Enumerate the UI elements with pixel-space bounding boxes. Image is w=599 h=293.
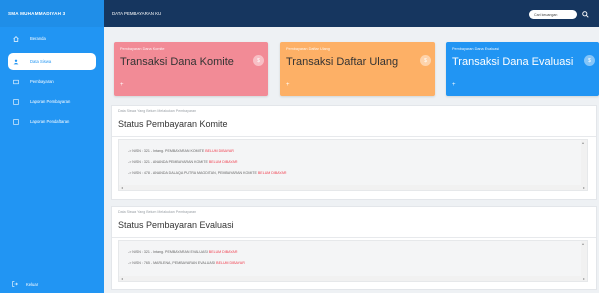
panel-heading: Status Pembayaran Komite [118, 119, 228, 129]
list-item: -> NISN : 478 - ANANDA DALAQA PUTRA MAGD… [128, 171, 287, 175]
money-icon: $ [584, 55, 595, 66]
card-subtitle: Pembayaran Dana Komite [120, 47, 165, 51]
scroll-right-icon[interactable]: ▸ [583, 276, 585, 281]
card-subtitle: Pembayaran Dana Evaluasi [452, 47, 500, 51]
sidebar-item-label: Beranda [30, 36, 46, 41]
money-icon: $ [253, 55, 264, 66]
plus-icon[interactable]: + [286, 82, 290, 88]
sidebar-item-label: Laporan Pendaftaran [30, 119, 70, 124]
status-badge: BELUM DIBAYAR [208, 160, 238, 164]
scroll-up-icon[interactable]: ▴ [582, 140, 584, 145]
report-icon [12, 118, 20, 126]
home-icon [12, 35, 20, 43]
plus-icon[interactable]: + [452, 82, 456, 88]
sidebar-item-data-siswa[interactable]: Data Siswa [8, 53, 96, 70]
list-item: -> NISN : 321 - ANANDA PEMBAYARAN KOMITE… [128, 160, 238, 164]
list-item: -> NISN : 321 - Intang. PEMBAYARAN KOMIT… [128, 149, 234, 153]
card-dana-komite[interactable]: Pembayaran Dana Komite Transaksi Dana Ko… [114, 42, 268, 96]
sidebar-item-label: Data Siswa [30, 59, 52, 64]
card-title: Transaksi Dana Komite [120, 56, 234, 68]
scroll-left-icon[interactable]: ◂ [121, 185, 123, 190]
vertical-scrollbar[interactable]: ▴ [581, 140, 587, 185]
plus-icon[interactable]: + [120, 82, 124, 88]
scroll-left-icon[interactable]: ◂ [121, 276, 123, 281]
sidebar-item-laporan-pembayaran[interactable]: Laporan Pembayaran [0, 93, 104, 110]
horizontal-scrollbar[interactable]: ◂ ▸ [119, 276, 587, 281]
divider [112, 237, 596, 238]
page-title: DATA PEMBAYARAN KU [112, 11, 162, 16]
sidebar-item-label: Pembayaran [30, 79, 54, 84]
user-icon [12, 58, 20, 66]
logout-icon [12, 281, 18, 287]
unpaid-list[interactable]: -> NISN : 321 - Intang. PEMBAYARAN KOMIT… [118, 139, 588, 191]
search-icon [582, 10, 589, 19]
panel-status-evaluasi: Data Siswa Yang Belum Melakukan Pembayar… [111, 206, 597, 290]
card-title: Transaksi Dana Evaluasi [452, 56, 574, 68]
horizontal-scrollbar[interactable]: ◂ ▸ [119, 185, 587, 190]
sidebar-item-beranda[interactable]: Beranda [0, 30, 104, 47]
search-button[interactable] [580, 9, 591, 20]
scroll-up-icon[interactable]: ▴ [582, 241, 584, 246]
panel-heading: Status Pembayaran Evaluasi [118, 220, 234, 230]
panel-caption: Data Siswa Yang Belum Melakukan Pembayar… [118, 210, 197, 214]
status-badge: BELUM DIBAYAR [216, 261, 245, 265]
logout-label: Keluar [26, 281, 39, 287]
logout-button[interactable]: Keluar [12, 281, 38, 287]
card-title: Transaksi Daftar Ulang [286, 56, 399, 68]
sidebar-item-label: Laporan Pembayaran [30, 99, 71, 104]
card-subtitle: Pembayaran Daftar Ulang [286, 47, 330, 51]
status-badge: BELUM DIBAYAR [208, 250, 238, 254]
unpaid-list[interactable]: -> NISN : 321 - Intang. PEMBAYARAN EVALU… [118, 240, 588, 282]
status-badge: BELUM DIBAYAR [205, 149, 234, 153]
sidebar-item-laporan-pendaftaran[interactable]: Laporan Pendaftaran [0, 113, 104, 130]
list-item: -> NISN : 765 - MARLENA, PEMBAYARAN EVAL… [128, 261, 245, 265]
panel-status-komite: Data Siswa Yang Belum Melakukan Pembayar… [111, 105, 597, 200]
search-input[interactable]: Cari keuangan [529, 10, 577, 19]
sidebar: SMA MUHAMMADIYAH 3 Beranda Data Siswa Pe… [0, 0, 104, 293]
scroll-right-icon[interactable]: ▸ [583, 185, 585, 190]
report-icon [12, 98, 20, 106]
card-daftar-ulang[interactable]: Pembayaran Daftar Ulang Transaksi Daftar… [280, 42, 435, 96]
panel-caption: Data Siswa Yang Belum Melakukan Pembayar… [118, 109, 197, 113]
money-icon [12, 78, 20, 86]
sidebar-item-pembayaran[interactable]: Pembayaran [0, 73, 104, 90]
brand-title: SMA MUHAMMADIYAH 3 [0, 0, 104, 27]
list-item: -> NISN : 321 - Intang. PEMBAYARAN EVALU… [128, 250, 238, 254]
divider [112, 136, 596, 137]
status-badge: BELUM DIBAYAR [257, 171, 287, 175]
search-placeholder: Cari keuangan [534, 12, 558, 17]
vertical-scrollbar[interactable]: ▴ [581, 241, 587, 276]
card-dana-evaluasi[interactable]: Pembayaran Dana Evaluasi Transaksi Dana … [446, 42, 599, 96]
top-bar: DATA PEMBAYARAN KU Cari keuangan [104, 0, 599, 27]
money-icon: $ [420, 55, 431, 66]
